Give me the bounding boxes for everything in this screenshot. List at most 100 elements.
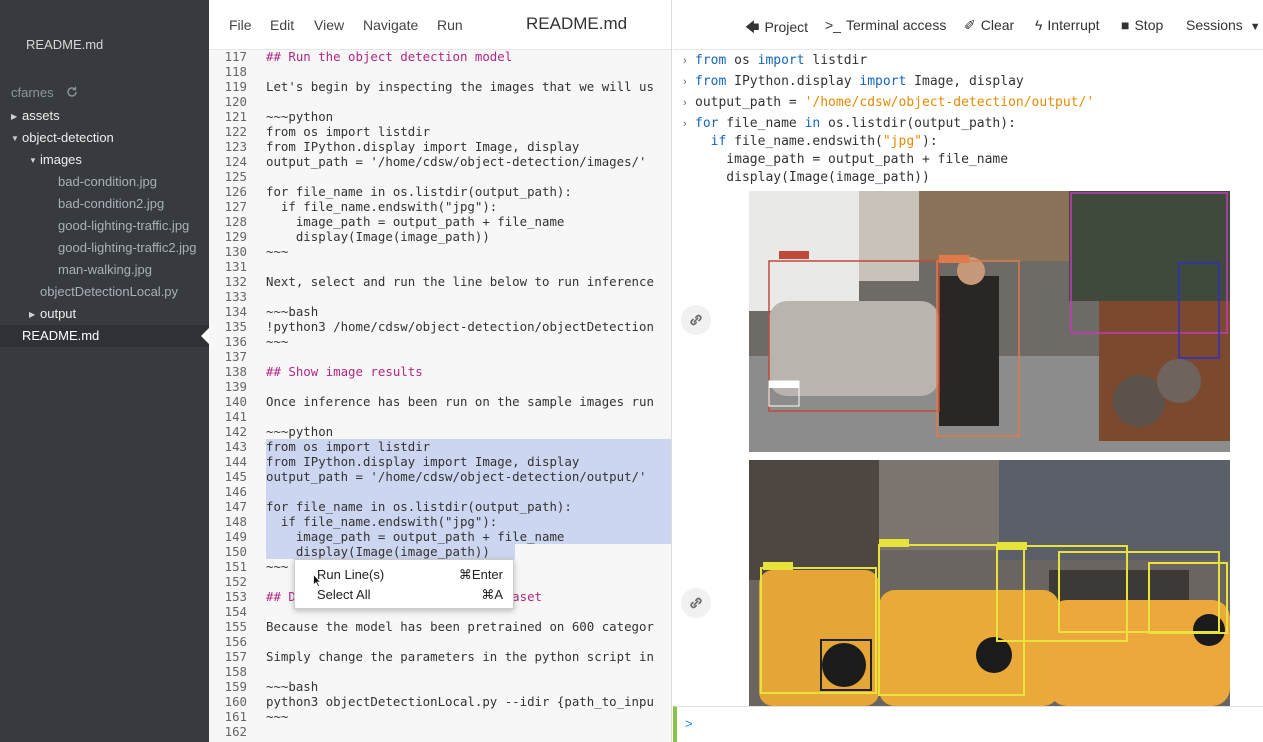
select-all-label: Select All <box>317 587 371 602</box>
code-text: if file_name.endswith("jpg"): <box>266 199 498 214</box>
sidebar-item-output[interactable]: ▶ output <box>29 303 209 325</box>
sessions-button[interactable]: Sessions ▼ <box>1186 17 1261 33</box>
line-number: 151 <box>224 559 247 574</box>
code-line: 160 python3 objectDetectionLocal.py --idi… <box>209 694 671 709</box>
menu-view[interactable]: View <box>314 17 344 33</box>
line-number: 134 <box>224 304 247 319</box>
code-text: !python3 /home/cdsw/object-detection/obj… <box>266 319 654 334</box>
sync-icon[interactable] <box>66 86 78 98</box>
line-number: 126 <box>224 184 247 199</box>
run-lines-label: Run Line(s) <box>317 567 385 582</box>
code-text: ~~~bash <box>266 679 319 694</box>
code-text: ~~~ <box>266 244 289 259</box>
sidebar-item-bad-condition2-jpg[interactable]: bad-condition2.jpg <box>58 193 209 215</box>
terminal-access-label: Terminal access <box>845 17 947 33</box>
sidebar-item-good-lighting-traffic2-jpg[interactable]: good-lighting-traffic2.jpg <box>58 237 209 259</box>
menu-navigate[interactable]: Navigate <box>363 17 418 33</box>
console-input[interactable]: > <box>673 706 1263 742</box>
code-line: 158 <box>209 664 671 679</box>
clear-button[interactable]: ✐ Clear <box>964 17 1014 34</box>
line-number: 129 <box>224 229 247 244</box>
sidebar-item-label: assets <box>22 108 60 123</box>
code-line: 126 for file_name in os.listdir(output_pa… <box>209 184 671 199</box>
code-text: Simply change the parameters in the pyth… <box>266 649 654 664</box>
sidebar-item-label: bad-condition2.jpg <box>58 196 165 211</box>
code-line: 130 ~~~ <box>209 244 671 259</box>
line-number: 158 <box>224 664 247 679</box>
code-text: for file_name in os.listdir(output_path)… <box>266 184 572 199</box>
code-text: ~~~ <box>266 709 289 724</box>
line-number: 123 <box>224 139 247 154</box>
sidebar-item-assets[interactable]: ▶ assets <box>11 105 209 127</box>
sidebar-item-object-detection[interactable]: ▼ object-detection <box>11 127 209 149</box>
code-line: 157 Simply change the parameters in the p… <box>209 649 671 664</box>
code-line: 142 ~~~python <box>209 424 671 439</box>
select-all-shortcut: ⌘A <box>481 587 503 602</box>
code-line: 117 ## Run the object detection model <box>209 49 671 64</box>
sidebar-item-good-lighting-traffic-jpg[interactable]: good-lighting-traffic.jpg <box>58 215 209 237</box>
menu-run[interactable]: Run <box>437 17 463 33</box>
input-chevron-icon[interactable]: › <box>683 55 687 67</box>
line-number: 132 <box>224 274 247 289</box>
input-chevron-icon[interactable]: › <box>683 76 687 88</box>
run-lines-menu-item[interactable]: Run Line(s) ⌘Enter <box>295 565 513 585</box>
select-all-menu-item[interactable]: Select All ⌘A <box>295 585 513 605</box>
code-line: 118 <box>209 64 671 79</box>
input-chevron-icon[interactable]: › <box>683 97 687 109</box>
caret-down-icon: ▼ <box>29 156 37 165</box>
line-number: 162 <box>224 724 247 739</box>
console-pane: 🡄 Project >_ Terminal access ✐ Clear ϟ Inter… <box>673 0 1263 742</box>
line-number: 153 <box>224 589 247 604</box>
line-number: 125 <box>224 169 247 184</box>
code-line: 125 <box>209 169 671 184</box>
line-number: 147 <box>224 499 247 514</box>
code-text: for file_name in os.listdir(output_path)… <box>266 499 572 514</box>
link-button[interactable] <box>681 305 711 335</box>
code-text: ~~~ <box>266 559 289 574</box>
line-number: 117 <box>224 49 247 64</box>
console-input-line: display(Image(image_path)) <box>695 170 930 185</box>
sidebar-item-objectdetectionlocal-py[interactable]: objectDetectionLocal.py <box>40 281 209 303</box>
line-number: 130 <box>224 244 247 259</box>
taxi-detection-image <box>749 460 1230 706</box>
line-number: 128 <box>224 214 247 229</box>
line-number: 160 <box>224 694 247 709</box>
code-text: display(Image(image_path)) <box>266 229 490 244</box>
code-line: 143 from os import listdir <box>209 439 671 454</box>
code-line: 134 ~~~bash <box>209 304 671 319</box>
sidebar-title: README.md <box>26 37 104 52</box>
code-line: 127 if file_name.endswith("jpg"): <box>209 199 671 214</box>
link-button[interactable] <box>681 588 711 618</box>
stop-button[interactable]: ■ Stop <box>1121 17 1163 33</box>
clear-label: Clear <box>980 17 1015 33</box>
line-number: 120 <box>224 94 247 109</box>
interrupt-button[interactable]: ϟ Interrupt <box>1035 17 1100 33</box>
terminal-access-button[interactable]: >_ Terminal access <box>825 17 946 33</box>
line-number: 118 <box>224 64 247 79</box>
sidebar-item-images[interactable]: ▼ images <box>29 149 209 171</box>
sidebar-item-readme-md[interactable]: README.md <box>0 325 209 347</box>
sidebar-item-man-walking-jpg[interactable]: man-walking.jpg <box>58 259 209 281</box>
project-button[interactable]: 🡄 Project <box>745 17 808 41</box>
line-number: 152 <box>224 574 247 589</box>
code-text: ~~~python <box>266 109 334 124</box>
prompt-chevron-icon: > <box>685 716 693 731</box>
console-input-line: from os import listdir <box>695 53 868 68</box>
code-text: ~~~python <box>266 424 334 439</box>
line-number: 124 <box>224 154 247 169</box>
line-number: 150 <box>224 544 247 559</box>
code-line: 138 ## Show image results <box>209 364 671 379</box>
menu-file[interactable]: File <box>229 17 252 33</box>
code-text: image_path = output_path + file_name <box>266 529 565 544</box>
line-number: 133 <box>224 289 247 304</box>
code-line: 128 image_path = output_path + file_name <box>209 214 671 229</box>
menu-edit[interactable]: Edit <box>270 17 294 33</box>
line-number: 156 <box>224 634 247 649</box>
caret-down-icon: ▼ <box>11 134 19 143</box>
input-chevron-icon[interactable]: › <box>683 118 687 130</box>
line-number: 157 <box>224 649 247 664</box>
code-line: 132 Next, select and run the line below t… <box>209 274 671 289</box>
code-line: 162 <box>209 724 671 739</box>
code-area[interactable]: 117 ## Run the object detection model 118 1… <box>209 49 671 739</box>
sidebar-item-bad-condition-jpg[interactable]: bad-condition.jpg <box>58 171 209 193</box>
